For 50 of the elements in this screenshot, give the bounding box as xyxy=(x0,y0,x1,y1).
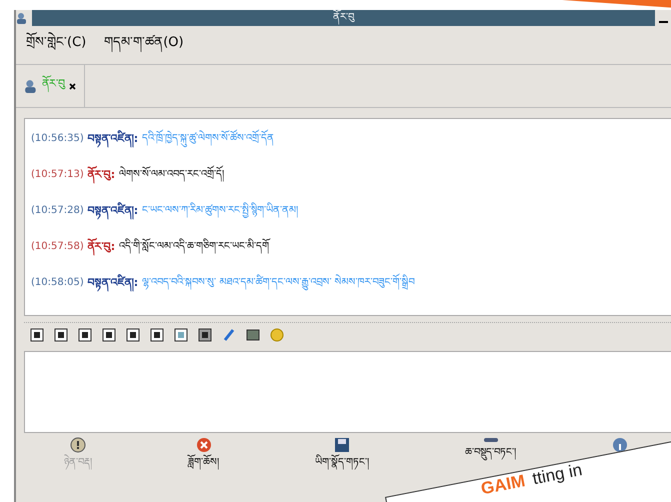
text-format-icon xyxy=(126,328,140,342)
message-input[interactable] xyxy=(24,351,671,433)
sender-name: ནོར་བུ: xyxy=(88,161,116,189)
format-button[interactable] xyxy=(52,326,70,344)
timestamp: (10:57:28) xyxy=(31,204,84,218)
message-text: ལྷ་འབད་བའི་སྐབས་སུ་ མཐའ་དམ་ཚིག་དང་ལས་རྒྱུ་འབྲས་ སེམས་ཁར་བཟུང་གོ་སྒྲིབ xyxy=(142,269,414,297)
window-title: ནོར་བུ xyxy=(32,10,655,26)
format-button[interactable] xyxy=(196,326,214,344)
text-format-icon xyxy=(54,328,68,342)
format-button[interactable] xyxy=(100,326,118,344)
buddy-icon xyxy=(24,79,38,93)
menu-item[interactable]: གྲོས་གླེང་(C) xyxy=(26,26,86,64)
format-button[interactable] xyxy=(172,326,190,344)
text-format-icon xyxy=(102,328,116,342)
sticker-text: tting in xyxy=(531,461,584,488)
buddy-icon xyxy=(16,12,28,24)
message-text: ང་ཡང་ལས་ཀ་རིམ་ཚུགས་རང་སྤྱི་སྙིག་ཡིན་ནམ། xyxy=(142,197,298,225)
sticker-title: GAIM xyxy=(480,472,527,498)
sender-name: བསྟན་འཛིན།: xyxy=(88,125,138,153)
timestamp: (10:58:05) xyxy=(31,276,84,290)
text-format-icon xyxy=(78,328,92,342)
image-icon xyxy=(246,328,260,342)
action-button[interactable]: ཡིག་སྣོད་གཏང་། xyxy=(311,437,373,470)
text-format-icon xyxy=(150,328,164,342)
timestamp: (10:57:58) xyxy=(31,240,84,254)
sender-name: ནོར་བུ: xyxy=(88,233,116,261)
format-button[interactable] xyxy=(28,326,46,344)
timestamp: (10:56:35) xyxy=(31,132,84,146)
action-button[interactable]: ཟློག་ཆོས། xyxy=(184,437,223,470)
sender-name: བསྟན་འཛིན།: xyxy=(88,269,138,297)
format-button[interactable] xyxy=(76,326,94,344)
format-button[interactable] xyxy=(124,326,142,344)
format-button[interactable] xyxy=(148,326,166,344)
close-icon[interactable] xyxy=(69,82,76,90)
link-icon xyxy=(222,328,236,342)
smiley-icon xyxy=(270,328,284,342)
info-icon xyxy=(612,437,628,453)
timestamp: (10:57:13) xyxy=(31,168,84,182)
sender-name: བསྟན་འཛིན།: xyxy=(88,197,138,225)
action-button[interactable]: ཆ་བསྡུད་བཏང་། xyxy=(461,437,520,460)
text-format-icon xyxy=(174,328,188,342)
minus-icon xyxy=(482,437,498,443)
text-format-icon xyxy=(198,328,212,342)
cancel-icon xyxy=(196,437,212,453)
message-text: ལེགས་སོ་ལམ་འབད་རང་འགྲོ་དོ། xyxy=(119,161,224,189)
warning-icon xyxy=(70,437,86,453)
tab-label: ནོར་བུ xyxy=(42,70,65,102)
message-text: འདི་གི་སློང་ལམ་འདི་ཆ་གཅིག་རང་ཡང་མི་དགོ xyxy=(119,233,270,261)
menu-item[interactable]: གདམ་ག་ཚན(O) xyxy=(104,26,184,64)
text-format-icon xyxy=(30,328,44,342)
